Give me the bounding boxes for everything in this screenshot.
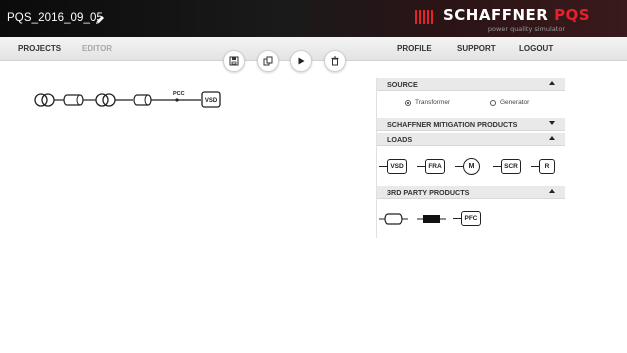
load-motor[interactable]: M xyxy=(455,158,483,176)
logo-brand: SCHAFFNER xyxy=(443,6,549,24)
collapse-icon[interactable] xyxy=(549,136,555,140)
collapse-icon[interactable] xyxy=(549,189,555,193)
load-scr-label: SCR xyxy=(501,159,521,174)
component-panel: SOURCE Transformer Generator SCHAFFNER M… xyxy=(376,78,565,238)
third-party-section-header[interactable]: 3RD PARTY PRODUCTS xyxy=(377,186,565,199)
nav-bar: PROJECTS EDITOR PROFILE SUPPORT LOGOUT xyxy=(0,37,627,61)
transformer-symbol-1[interactable] xyxy=(34,93,55,107)
load-vsd-label: VSD xyxy=(387,159,407,174)
nav-projects[interactable]: PROJECTS xyxy=(18,44,61,53)
nav-support[interactable]: SUPPORT xyxy=(457,44,496,53)
top-header: PQS_2016_09_05 SCHAFFNER PQS power quali… xyxy=(0,0,627,37)
expand-icon[interactable] xyxy=(549,121,555,125)
load-vsd[interactable]: VSD xyxy=(379,158,407,176)
nav-editor[interactable]: EDITOR xyxy=(82,44,112,53)
load-resistor[interactable]: R xyxy=(531,158,557,176)
load-resistor-label: R xyxy=(539,159,555,174)
pcc-label: PCC xyxy=(173,91,185,97)
transformer-radio-label: Transformer xyxy=(415,99,451,106)
reactor-component-icon[interactable] xyxy=(417,210,447,228)
copy-button[interactable] xyxy=(257,50,279,72)
cable-symbol-1[interactable] xyxy=(63,94,84,106)
load-fra[interactable]: FRA xyxy=(417,158,445,176)
source-section-header[interactable]: SOURCE xyxy=(377,78,565,91)
source-options: Transformer Generator xyxy=(377,98,565,110)
logo-tagline: power quality simulator xyxy=(487,25,565,33)
play-button[interactable] xyxy=(290,50,312,72)
pfc-component[interactable]: PFC xyxy=(453,210,483,228)
edit-pencil-icon[interactable] xyxy=(94,13,106,25)
generator-radio-label: Generator xyxy=(500,99,530,106)
nav-logout[interactable]: LOGOUT xyxy=(519,44,553,53)
delete-button[interactable] xyxy=(324,50,346,72)
save-icon xyxy=(229,56,239,66)
save-button[interactable] xyxy=(223,50,245,72)
loads-title: LOADS xyxy=(387,135,413,144)
logo-text: SCHAFFNER PQS xyxy=(443,6,590,24)
load-fra-label: FRA xyxy=(425,159,445,174)
copy-icon xyxy=(263,56,273,66)
cable-symbol-2[interactable] xyxy=(133,94,152,106)
project-title: PQS_2016_09_05 xyxy=(7,12,104,24)
vsd-load-label: VSD xyxy=(205,98,218,104)
source-title: SOURCE xyxy=(387,80,418,89)
circuit-diagram: PCC VSD xyxy=(34,91,221,108)
mitigation-title: SCHAFFNER MITIGATION PRODUCTS xyxy=(387,120,518,129)
third-party-title: 3RD PARTY PRODUCTS xyxy=(387,188,470,197)
generator-radio[interactable] xyxy=(490,100,496,106)
pfc-component-label: PFC xyxy=(461,211,481,226)
logo-product: PQS xyxy=(554,6,591,24)
load-scr[interactable]: SCR xyxy=(493,158,521,176)
load-motor-label: M xyxy=(463,158,480,175)
play-icon xyxy=(298,57,305,65)
transformer-radio[interactable] xyxy=(405,100,411,106)
collapse-icon[interactable] xyxy=(549,81,555,85)
nav-profile[interactable]: PROFILE xyxy=(397,44,432,53)
loads-section-header[interactable]: LOADS xyxy=(377,133,565,146)
cable-component-icon[interactable] xyxy=(379,210,409,228)
schaffner-logo: SCHAFFNER PQS power quality simulator xyxy=(415,6,590,33)
transformer-symbol-2[interactable] xyxy=(95,93,116,107)
mitigation-section-header[interactable]: SCHAFFNER MITIGATION PRODUCTS xyxy=(377,118,565,131)
delete-icon xyxy=(331,56,339,66)
pcc-node[interactable] xyxy=(175,98,179,102)
logo-bars-icon xyxy=(415,10,433,24)
